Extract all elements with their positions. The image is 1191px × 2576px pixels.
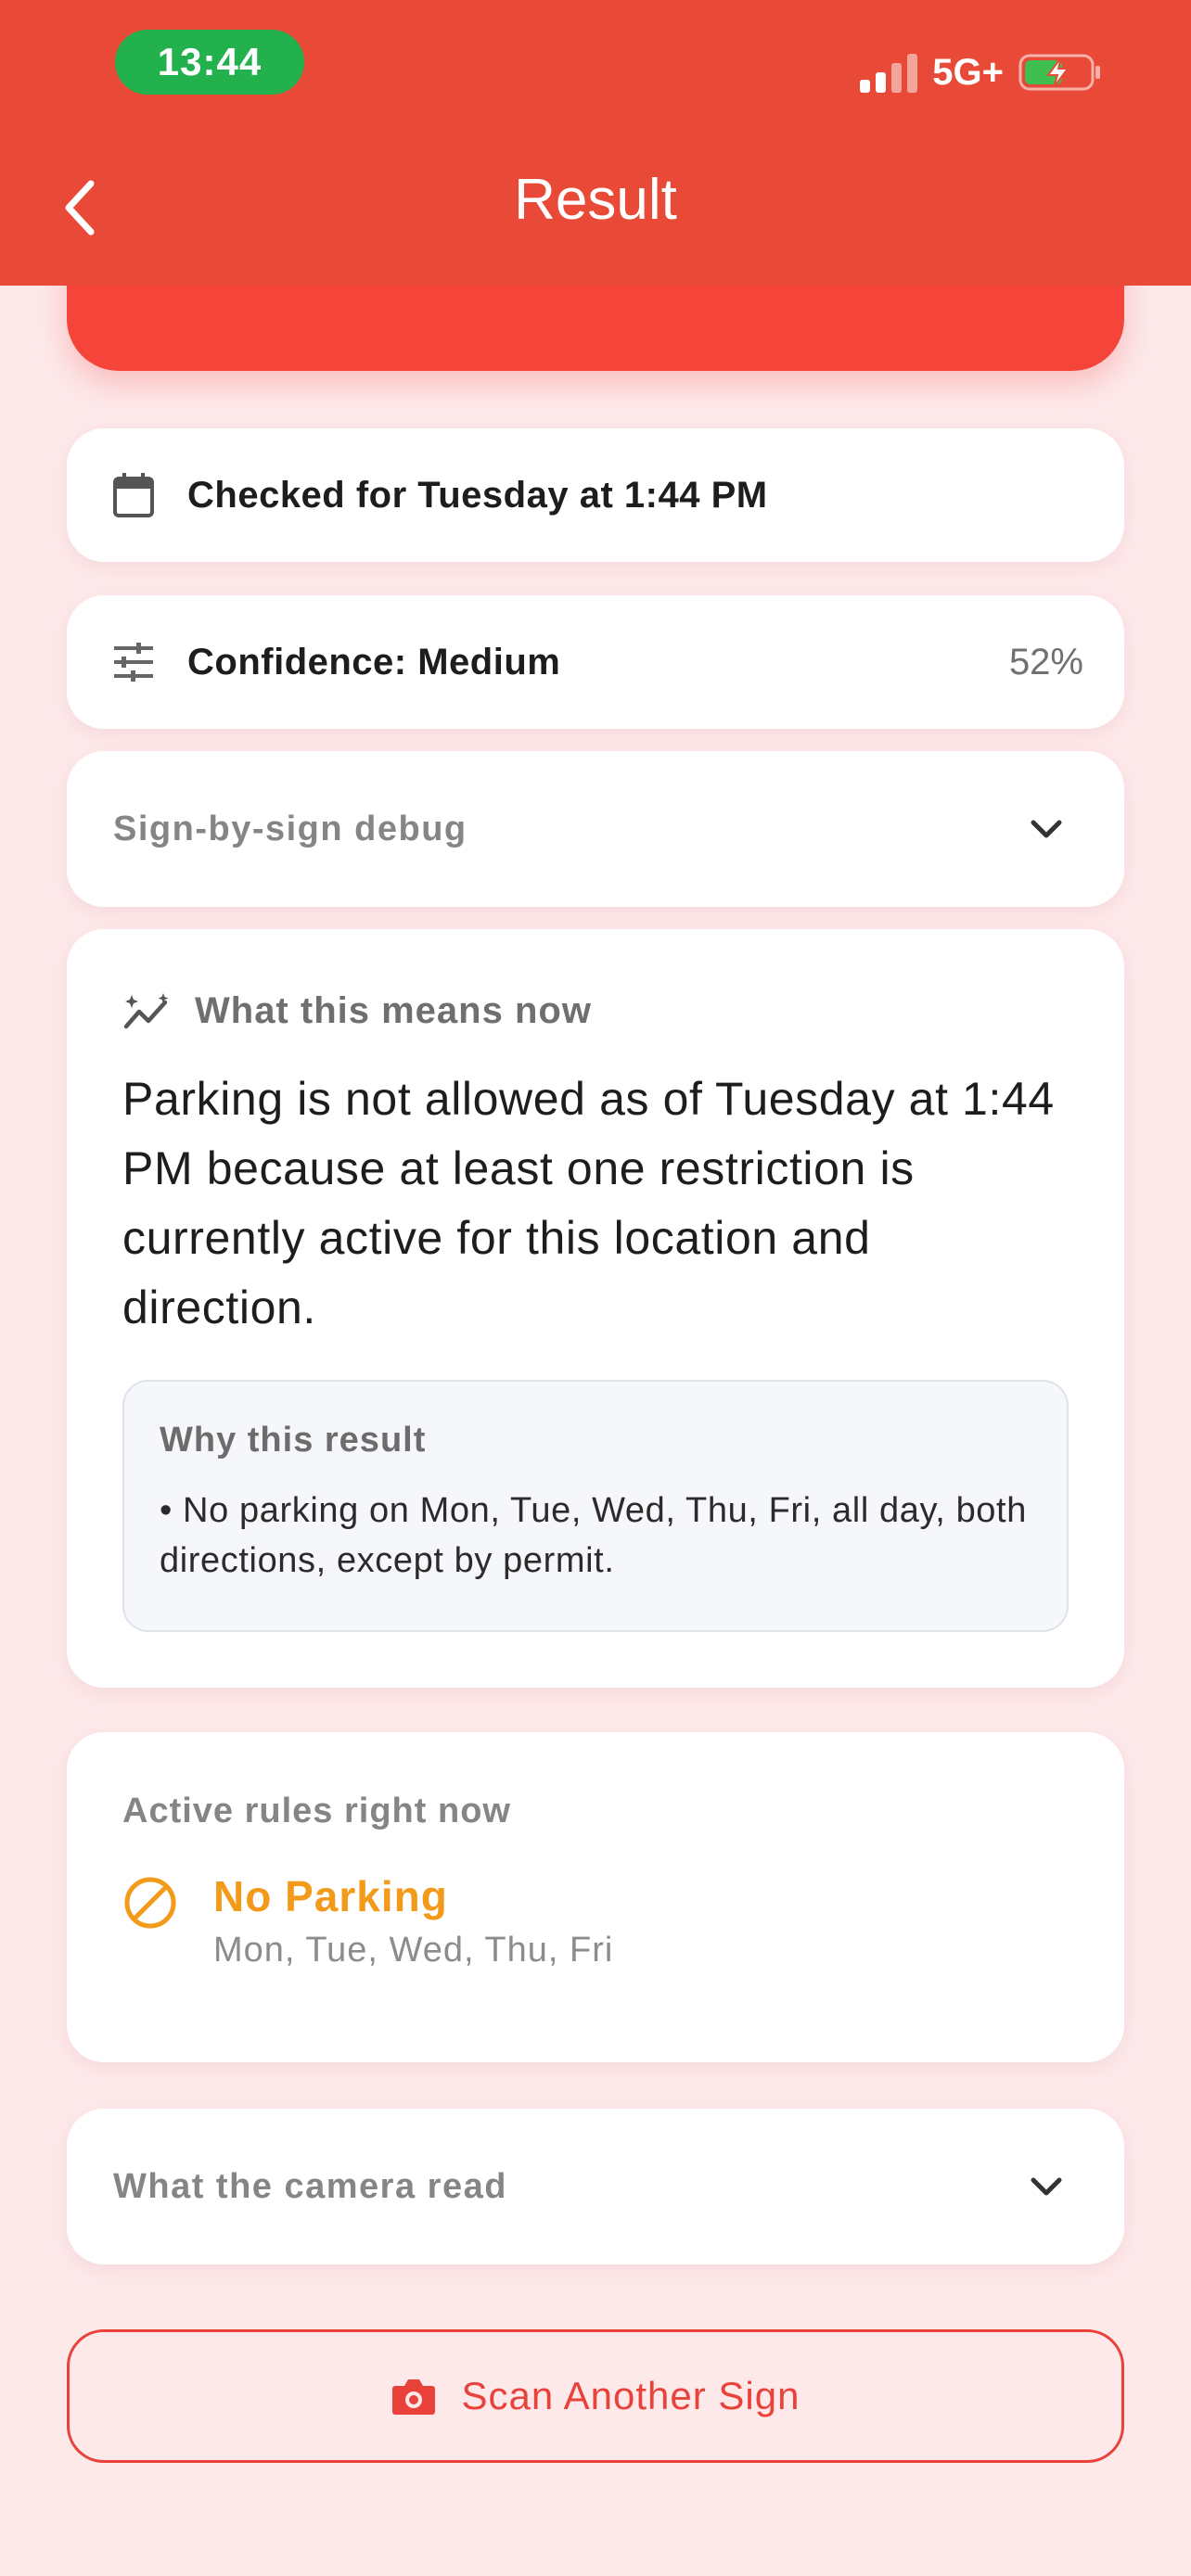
confidence-label: Confidence: Medium (187, 641, 561, 682)
why-result-box: Why this result • No parking on Mon, Tue… (122, 1380, 1069, 1632)
checked-label: Checked for Tuesday at 1:44 PM (187, 474, 768, 516)
status-time: 13:44 (115, 30, 304, 95)
debug-label: Sign-by-sign debug (113, 809, 467, 848)
chevron-down-icon (1031, 820, 1062, 838)
confidence-card: Confidence: Medium 52% (67, 595, 1124, 729)
rule-days: Mon, Tue, Wed, Thu, Fri (213, 1931, 614, 1970)
meaning-title: What this means now (195, 990, 592, 1031)
sparkle-trend-icon (123, 992, 169, 1028)
meaning-card: What this means now Parking is not allow… (67, 929, 1124, 1688)
no-entry-icon (124, 1877, 176, 1929)
camera-icon (391, 2379, 435, 2415)
sliders-icon (109, 638, 158, 686)
camera-read-accordion[interactable]: What the camera read (67, 2109, 1124, 2264)
page-title: Result (514, 168, 677, 232)
signal-icon (860, 52, 918, 93)
calendar-icon (109, 471, 158, 519)
network-label: 5G+ (932, 51, 1004, 93)
top-header: 13:44 5G+ Result (0, 0, 1191, 286)
checked-time-card: Checked for Tuesday at 1:44 PM (67, 428, 1124, 562)
why-result-title: Why this result (160, 1421, 427, 1460)
debug-accordion[interactable]: Sign-by-sign debug (67, 751, 1124, 907)
active-rules-card: Active rules right now No Parking Mon, T… (67, 1732, 1124, 2062)
scan-button-label: Scan Another Sign (461, 2374, 800, 2417)
meaning-text: Parking is not allowed as of Tuesday at … (122, 1073, 1055, 1333)
meaning-header: What this means now (122, 990, 592, 1032)
confidence-percent: 52% (1008, 641, 1083, 682)
rule-name: No Parking (213, 1872, 448, 1920)
chevron-down-icon (1031, 2177, 1062, 2196)
status-indicators: 5G+ (860, 45, 1102, 100)
active-rules-title: Active rules right now (122, 1792, 511, 1830)
scan-another-sign-button[interactable]: Scan Another Sign (67, 2329, 1124, 2463)
why-result-text: • No parking on Mon, Tue, Wed, Thu, Fri,… (160, 1491, 1027, 1580)
battery-charging-icon (1018, 54, 1100, 91)
camera-read-label: What the camera read (113, 2166, 507, 2206)
